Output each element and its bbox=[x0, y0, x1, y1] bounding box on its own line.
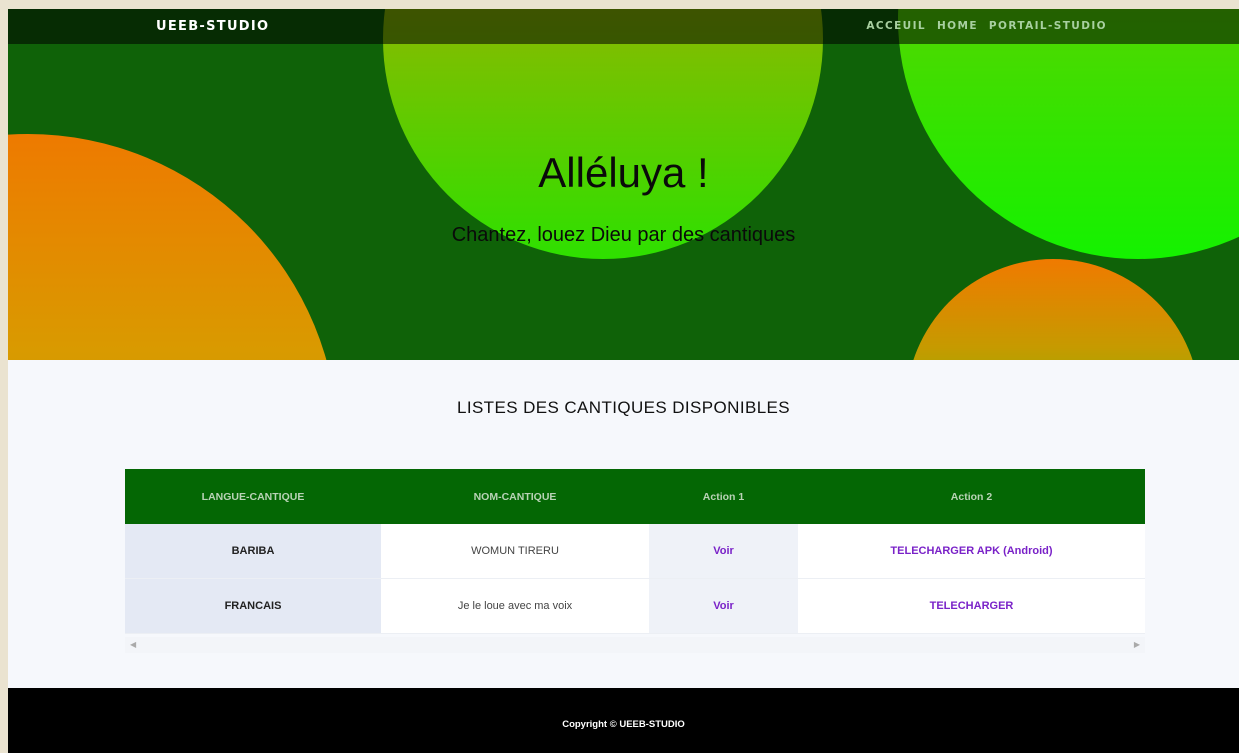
cell-langue: BARIBA bbox=[125, 524, 381, 579]
header-action-2: Action 2 bbox=[798, 469, 1145, 524]
cantiques-table: LANGUE-CANTIQUE NOM-CANTIQUE Action 1 Ac… bbox=[125, 469, 1145, 634]
decorative-circle-center bbox=[383, 9, 823, 259]
nav-link-portail-studio[interactable]: PORTAIL-STUDIO bbox=[989, 20, 1107, 32]
cell-nom: WOMUN TIRERU bbox=[381, 524, 649, 579]
voir-link[interactable]: Voir bbox=[713, 545, 734, 557]
cell-action-1: Voir bbox=[649, 578, 798, 634]
cantiques-table-container: LANGUE-CANTIQUE NOM-CANTIQUE Action 1 Ac… bbox=[125, 469, 1145, 654]
decorative-circle-right bbox=[898, 9, 1239, 259]
table-row: BARIBA WOMUN TIRERU Voir TELECHARGER APK… bbox=[125, 524, 1145, 579]
voir-link[interactable]: Voir bbox=[713, 600, 734, 612]
header-langue: LANGUE-CANTIQUE bbox=[125, 469, 381, 524]
cell-action-1: Voir bbox=[649, 524, 798, 579]
download-link[interactable]: TELECHARGER bbox=[930, 600, 1014, 612]
download-apk-link[interactable]: TELECHARGER APK (Android) bbox=[890, 545, 1052, 557]
navbar: UEEB-STUDIO ACCEUIL HOME PORTAIL-STUDIO bbox=[8, 9, 1239, 44]
cell-action-2: TELECHARGER APK (Android) bbox=[798, 524, 1145, 579]
header-action-1: Action 1 bbox=[649, 469, 798, 524]
horizontal-scrollbar[interactable]: ◀ ▶ bbox=[125, 637, 1145, 653]
page: UEEB-STUDIO ACCEUIL HOME PORTAIL-STUDIO … bbox=[8, 9, 1239, 753]
scroll-right-arrow-icon[interactable]: ▶ bbox=[1134, 640, 1140, 649]
hero-title: Alléluya ! bbox=[538, 149, 709, 196]
copyright-text: Copyright © UEEB-STUDIO bbox=[562, 719, 685, 730]
nav-links: ACCEUIL HOME PORTAIL-STUDIO bbox=[866, 20, 1107, 32]
table-header-row: LANGUE-CANTIQUE NOM-CANTIQUE Action 1 Ac… bbox=[125, 469, 1145, 524]
decorative-circle-bottom bbox=[906, 259, 1200, 360]
cell-action-2: TELECHARGER bbox=[798, 578, 1145, 634]
brand-logo[interactable]: UEEB-STUDIO bbox=[156, 19, 269, 34]
table-row: FRANCAIS Je le loue avec ma voix Voir TE… bbox=[125, 578, 1145, 634]
header-nom: NOM-CANTIQUE bbox=[381, 469, 649, 524]
hero-subtitle: Chantez, louez Dieu par des cantiques bbox=[451, 224, 796, 246]
nav-link-home[interactable]: HOME bbox=[937, 20, 978, 32]
scroll-left-arrow-icon[interactable]: ◀ bbox=[130, 640, 136, 649]
hero-banner: UEEB-STUDIO ACCEUIL HOME PORTAIL-STUDIO … bbox=[8, 9, 1239, 360]
cell-langue: FRANCAIS bbox=[125, 578, 381, 634]
nav-link-acceuil[interactable]: ACCEUIL bbox=[866, 20, 926, 32]
section-title: LISTES DES CANTIQUES DISPONIBLES bbox=[456, 398, 791, 417]
cell-nom: Je le loue avec ma voix bbox=[381, 578, 649, 634]
footer: Copyright © UEEB-STUDIO bbox=[8, 688, 1239, 753]
